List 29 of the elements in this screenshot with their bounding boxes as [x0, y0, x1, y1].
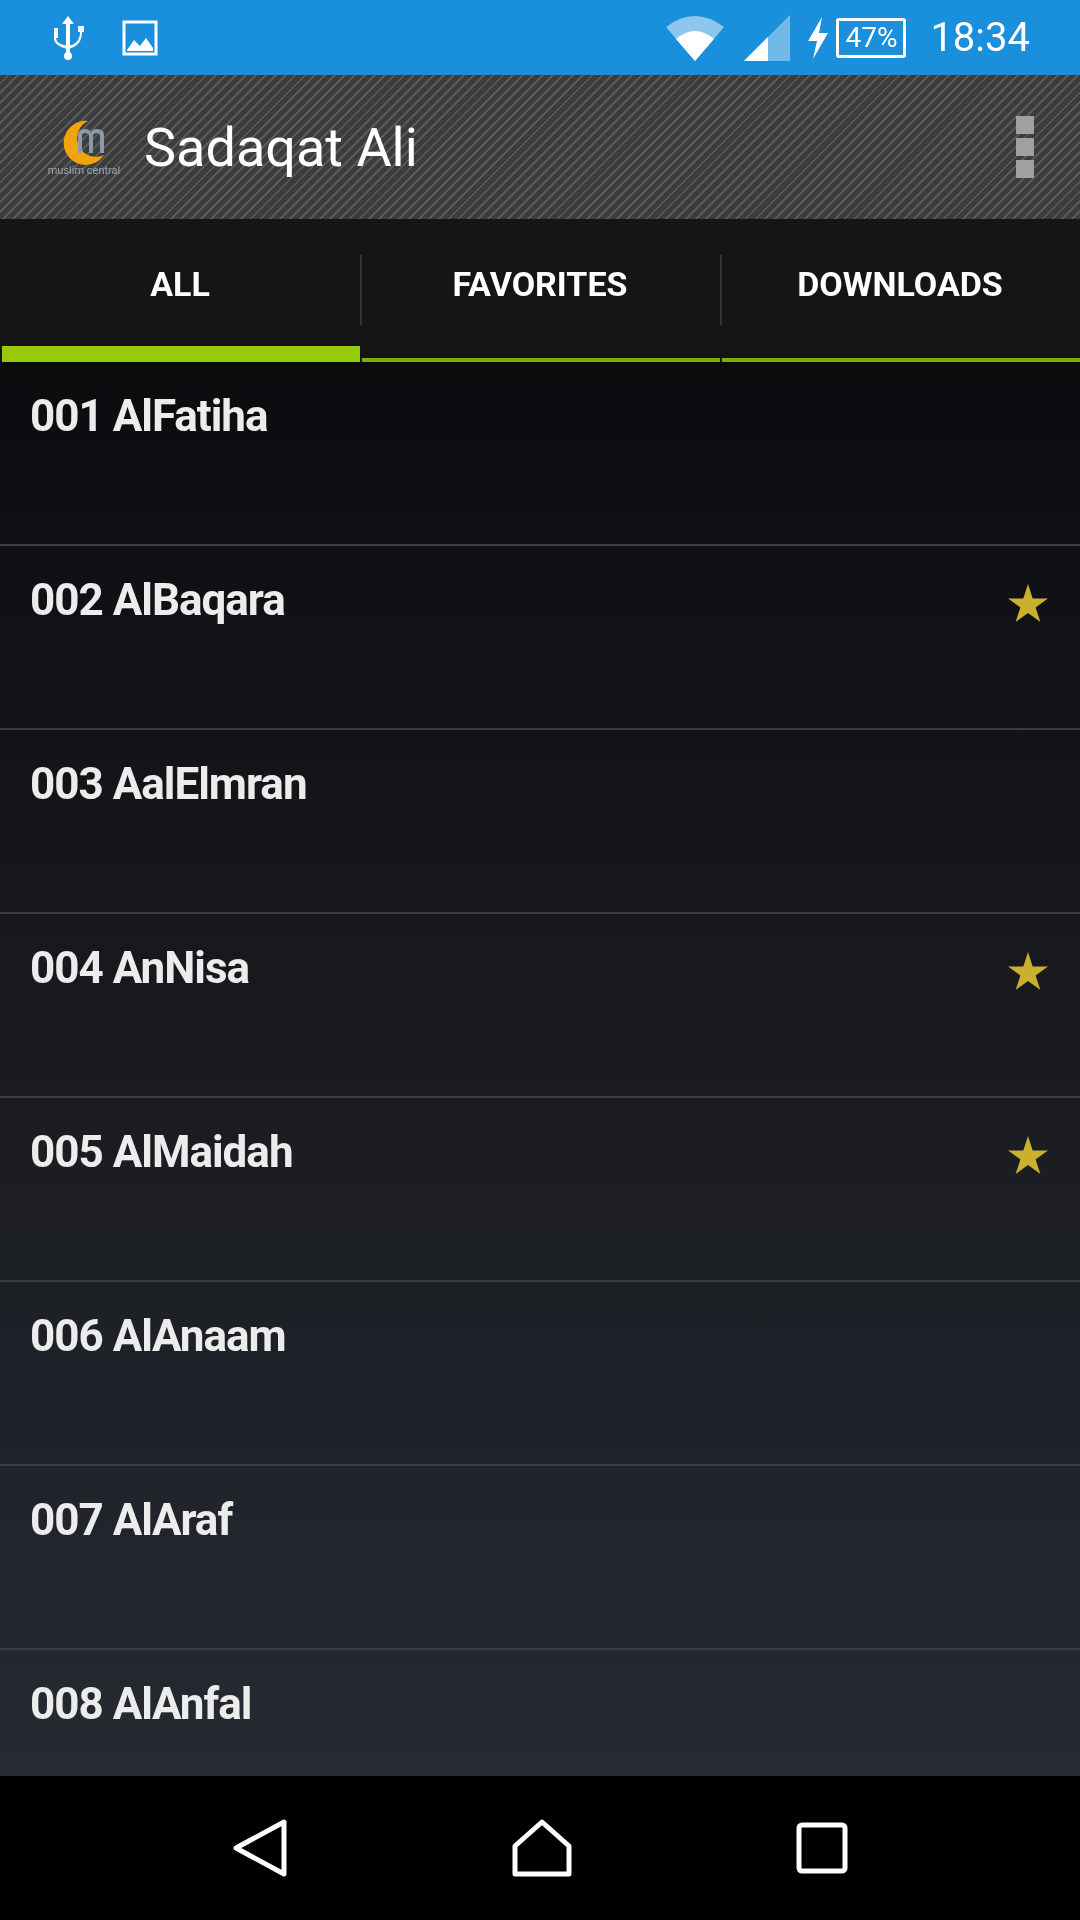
track-title: 005 AlMaidah — [30, 1126, 293, 1179]
clock: 18:34 — [930, 12, 1030, 63]
list-item[interactable]: 002 AlBaqara — [0, 546, 1080, 730]
logo-text: muslim central — [47, 164, 121, 176]
star-icon[interactable] — [1008, 584, 1048, 622]
wifi-icon — [666, 14, 725, 61]
list-item[interactable]: 001 AlFatiha — [0, 362, 1080, 546]
track-title: 004 AnNisa — [30, 942, 250, 995]
track-title: 008 AlAnfal — [30, 1678, 252, 1731]
list-item[interactable]: 006 AlAnaam — [0, 1282, 1080, 1466]
recents-icon[interactable] — [796, 1822, 849, 1874]
image-icon — [122, 19, 158, 56]
track-title: 002 AlBaqara — [30, 574, 285, 627]
star-icon[interactable] — [1008, 1136, 1048, 1174]
battery-indicator: 47% — [836, 17, 907, 58]
signal-icon — [744, 14, 791, 61]
track-title: 001 AlFatiha — [30, 390, 268, 443]
track-title: 003 AalElmran — [30, 758, 307, 811]
app-title: Sadaqat Ali — [144, 114, 418, 181]
list-item[interactable]: 007 AlAraf — [0, 1466, 1080, 1650]
list-item[interactable]: 003 AalElmran — [0, 730, 1080, 914]
track-title: 006 AlAnaam — [30, 1310, 286, 1363]
star-icon[interactable] — [1008, 952, 1048, 990]
back-icon[interactable] — [231, 1818, 288, 1878]
track-title: 007 AlAraf — [30, 1494, 233, 1547]
home-icon[interactable] — [511, 1818, 573, 1878]
charging-icon — [806, 16, 831, 59]
list-item[interactable]: 004 AnNisa — [0, 914, 1080, 1098]
list-item[interactable]: 005 AlMaidah — [0, 1098, 1080, 1282]
